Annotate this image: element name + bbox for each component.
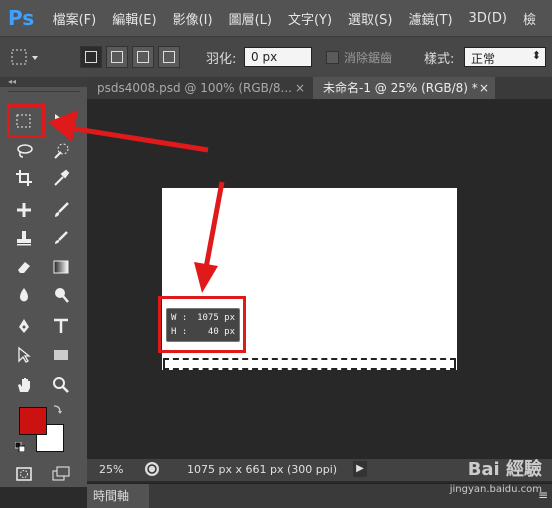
- baidu-watermark-url: jingyan.baidu.com: [449, 484, 542, 495]
- annotation-arrows: [48, 110, 225, 293]
- baidu-watermark: Bai 經驗: [467, 459, 542, 480]
- arrow-to-readout-icon: [194, 181, 225, 293]
- status-menu-arrow[interactable]: ▶: [353, 461, 367, 477]
- arrow-to-tool-icon: [48, 110, 209, 153]
- zoom-level[interactable]: 25%: [99, 463, 123, 476]
- tab-timeline[interactable]: 時間軸: [87, 484, 149, 508]
- document-info: 1075 px x 661 px (300 ppi): [187, 463, 338, 476]
- status-info-icon[interactable]: [145, 462, 159, 476]
